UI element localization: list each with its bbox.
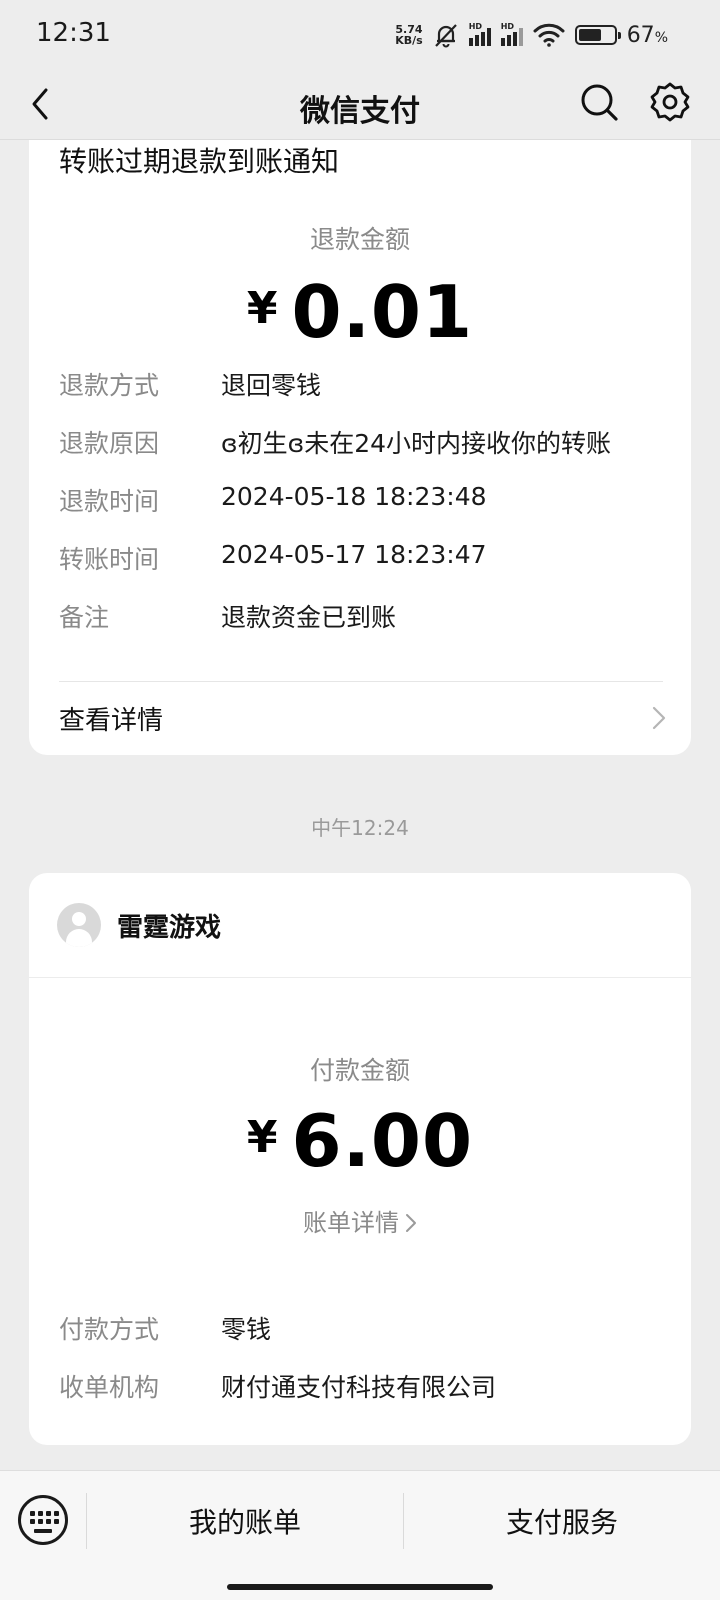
status-time: 12:31 [36,18,111,48]
payment-card[interactable]: 雷霆游戏 付款金额 ¥6.00 账单详情 付款方式 零钱 收单机构 财付通支付科… [29,873,691,1445]
info-row-remark: 备注 退款资金已到账 [59,603,397,632]
info-row-acquirer: 收单机构 财付通支付科技有限公司 [59,1373,497,1402]
view-details-label: 查看详情 [59,705,164,736]
bill-details-link[interactable]: 账单详情 [29,1203,691,1238]
info-row-refund-time: 退款时间 2024-05-18 18:23:48 [59,482,487,516]
payment-services-tab[interactable]: 支付服务 [404,1471,720,1571]
info-row-refund-reason: 退款原因 ɞ初生ɞ未在24小时内接收你的转账 [59,429,612,458]
chevron-right-icon [652,706,666,730]
network-speed: 5.74 KB/s [395,23,423,47]
merchant-name: 雷霆游戏 [117,912,222,943]
card-divider [29,977,691,978]
bottom-bar: 我的账单 支付服务 [0,1470,720,1600]
mute-bell-icon [434,24,457,48]
card-divider [59,681,663,682]
chevron-right-icon [406,1214,416,1232]
keyboard-icon[interactable] [18,1495,68,1545]
merchant-header[interactable]: 雷霆游戏 [57,903,221,947]
search-icon[interactable] [578,80,620,124]
home-indicator[interactable] [227,1584,493,1590]
status-indicators: 5.74 KB/s HD HD 67% [395,20,668,50]
info-row-refund-method: 退款方式 退回零钱 [59,371,322,400]
payment-amount-label: 付款金额 [309,1056,410,1085]
nav-bar: 微信支付 [0,68,720,140]
info-row-transfer-time: 转账时间 2024-05-17 18:23:47 [59,540,487,574]
battery-icon [574,25,621,45]
wifi-icon [533,23,565,47]
battery-percentage: 67% [626,22,668,48]
gear-icon[interactable] [648,80,692,124]
refund-amount-label: 退款金额 [309,225,410,254]
refund-notification-card[interactable]: 转账过期退款到账通知 退款金额 ¥0.01 退款方式 退回零钱 退款原因 ɞ初生… [29,100,691,755]
status-bar: 12:31 5.74 KB/s HD HD 67% [0,0,720,68]
message-timestamp: 中午12:24 [311,816,409,840]
signal-sim1-icon: HD [468,22,491,46]
info-row-payment-method: 付款方式 零钱 [59,1315,272,1344]
battery-fill [578,29,602,41]
signal-sim2-icon: HD [500,22,523,46]
card-title: 转账过期退款到账通知 [59,145,340,178]
payment-amount: ¥6.00 [246,1099,474,1183]
refund-amount: ¥0.01 [246,270,474,354]
my-bills-tab[interactable]: 我的账单 [87,1471,403,1571]
view-details-button[interactable]: 查看详情 [59,688,667,748]
avatar [57,903,101,947]
